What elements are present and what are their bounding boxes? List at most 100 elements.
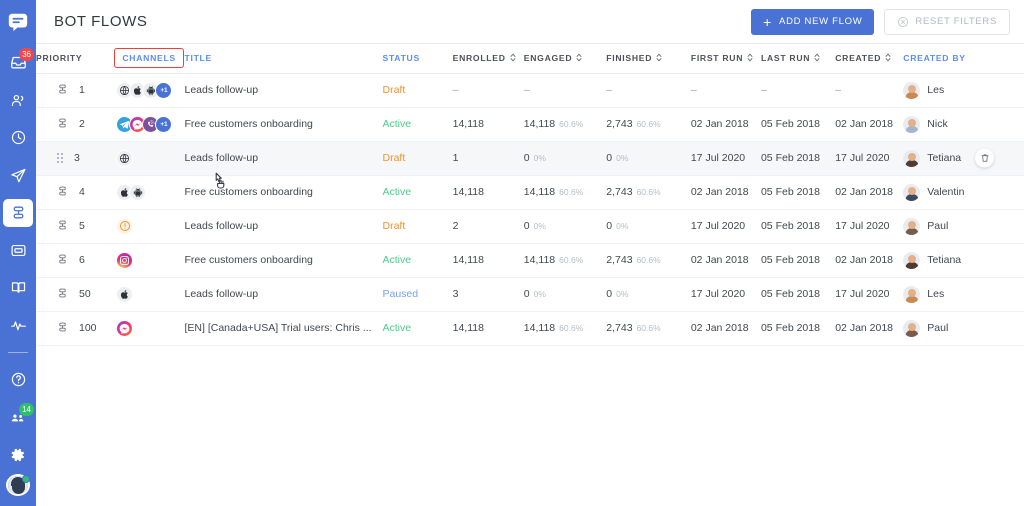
column-header-title[interactable]: TITLE <box>184 44 383 74</box>
reset-filters-button[interactable]: RESET FILTERS <box>884 8 1010 35</box>
table-row[interactable]: 5 Leads follow-up Draft 2 0 0% 0 0% 17 Jul 2020 0… <box>36 209 1024 244</box>
sidebar-item-contacts[interactable] <box>3 86 33 114</box>
column-label: TITLE <box>184 53 212 64</box>
priority-value: 2 <box>79 118 85 130</box>
flow-title[interactable]: [EN] [Canada+USA] Trial users: Chris ... <box>185 322 383 334</box>
sort-icon[interactable] <box>656 53 662 64</box>
sidebar-item-history[interactable] <box>3 124 33 152</box>
flow-title[interactable]: Leads follow-up <box>185 220 383 232</box>
avatar <box>903 183 921 201</box>
cell-finished: 2,743 60.6% <box>606 311 691 346</box>
list-icon[interactable] <box>57 219 68 234</box>
cell-engaged: – <box>523 73 607 108</box>
app-root: 36 14 BOT FLOWS + ADD NEW FLOW RESET FIL… <box>0 0 1024 506</box>
last-run-value: 05 Feb 2018 <box>760 288 820 300</box>
column-header-engaged[interactable]: ENGAGED <box>523 44 607 74</box>
add-new-flow-button[interactable]: + ADD NEW FLOW <box>751 8 875 35</box>
column-header-first-run[interactable]: FIRST RUN <box>690 44 761 74</box>
column-label: ENROLLED <box>452 53 506 64</box>
channel-plus1-icon[interactable]: +1 <box>155 81 173 99</box>
list-icon[interactable] <box>57 287 68 302</box>
column-header-status[interactable]: STATUS <box>382 44 453 74</box>
column-header-created-by[interactable]: CREATED BY <box>903 44 1024 74</box>
created-by-name: Valentin <box>927 186 965 198</box>
sort-icon[interactable] <box>576 53 582 64</box>
sidebar-item-help[interactable] <box>3 366 33 394</box>
enrolled-value: 1 <box>452 152 459 164</box>
channel-web-icon[interactable] <box>116 149 134 167</box>
table-row[interactable]: 1 +1 Leads follow-up Draft – – – – – – Les <box>36 73 1024 108</box>
sidebar-item-broadcast[interactable] <box>3 161 33 189</box>
flow-title[interactable]: Leads follow-up <box>185 152 383 164</box>
sort-icon[interactable] <box>885 53 891 64</box>
engaged-value: – <box>523 84 530 96</box>
cell-enrolled: 14,118 <box>452 311 524 346</box>
finished-percent: 60.6% <box>636 119 661 129</box>
cell-title[interactable]: Free customers onboarding <box>184 243 383 278</box>
finished-value: 2,743 <box>606 322 633 334</box>
flow-title[interactable]: Free customers onboarding <box>185 118 383 130</box>
cell-first-run: 17 Jul 2020 <box>690 209 761 244</box>
cell-title[interactable]: Free customers onboarding <box>184 175 383 210</box>
column-header-enrolled[interactable]: ENROLLED <box>452 44 524 74</box>
flow-title[interactable]: Free customers onboarding <box>185 186 383 198</box>
table-row[interactable]: 2 +1 Free customers onboarding Active 14,118… <box>36 107 1024 142</box>
cell-priority: 2 <box>36 107 115 142</box>
sidebar-item-settings[interactable] <box>3 441 33 469</box>
channel-instagram-icon[interactable] <box>116 251 134 269</box>
sidebar-item-team[interactable]: 14 <box>3 402 34 432</box>
table-row[interactable]: 6 Free customers onboarding Active 14,118 14… <box>36 243 1024 278</box>
avatar[interactable] <box>6 473 30 496</box>
column-header-last-run[interactable]: LAST RUN <box>760 44 836 74</box>
sidebar-item-widgets[interactable] <box>3 237 33 265</box>
cell-title[interactable]: Leads follow-up <box>184 209 383 244</box>
sort-icon[interactable] <box>814 53 820 64</box>
first-run-value: 02 Jan 2018 <box>690 186 749 198</box>
column-header-finished[interactable]: FINISHED <box>606 44 691 74</box>
column-header-created[interactable]: CREATED <box>835 44 904 74</box>
list-icon[interactable] <box>57 117 68 132</box>
cell-title[interactable]: Leads follow-up <box>184 277 383 312</box>
table-row[interactable]: 3 Leads follow-up Draft 1 0 0% 0 0% 17 Jul 2020 0… <box>36 141 1024 176</box>
list-icon[interactable] <box>57 83 68 98</box>
cell-title[interactable]: Free customers onboarding <box>184 107 383 142</box>
sidebar-item-analytics[interactable] <box>3 312 33 340</box>
engaged-percent: 60.6% <box>559 323 584 333</box>
sort-icon[interactable] <box>510 53 516 64</box>
table-row[interactable]: 100 [EN] [Canada+USA] Trial users: Chris … <box>36 311 1024 346</box>
delete-row-button[interactable] <box>975 148 995 168</box>
list-icon[interactable] <box>57 185 68 200</box>
cell-title[interactable]: Leads follow-up <box>184 141 383 176</box>
cell-title[interactable]: [EN] [Canada+USA] Trial users: Chris ... <box>184 311 383 346</box>
left-sidebar: 36 14 <box>0 0 36 506</box>
channel-plus1-icon[interactable]: +1 <box>155 115 173 133</box>
flow-title[interactable]: Free customers onboarding <box>185 254 383 266</box>
channel-apple-icon[interactable] <box>116 285 134 303</box>
sidebar-item-inbox[interactable]: 36 <box>3 47 34 77</box>
cell-last-run: 05 Feb 2018 <box>760 141 836 176</box>
sort-icon[interactable] <box>747 53 753 64</box>
cell-title[interactable]: Leads follow-up <box>184 73 383 108</box>
table-row[interactable]: 50 Leads follow-up Paused 3 0 0% 0 0% 17 Jul 202… <box>36 277 1024 312</box>
enrolled-value: 14,118 <box>452 254 484 266</box>
list-icon[interactable] <box>57 253 68 268</box>
chat-bubble-logo-icon[interactable] <box>5 10 31 34</box>
sidebar-item-knowledge[interactable] <box>3 274 33 302</box>
column-label: CHANNELS <box>122 53 176 64</box>
column-header-channels[interactable]: CHANNELS <box>114 44 185 74</box>
channel-alert-icon[interactable] <box>116 217 134 235</box>
channel-android-icon[interactable] <box>129 183 147 201</box>
cell-finished: 2,743 60.6% <box>606 175 691 210</box>
avatar <box>903 81 921 99</box>
channel-messenger-icon[interactable] <box>116 319 134 337</box>
flow-title[interactable]: Leads follow-up <box>185 84 383 96</box>
list-icon[interactable] <box>57 321 68 336</box>
sidebar-item-flows[interactable] <box>3 198 33 227</box>
drag-handle-icon[interactable] <box>57 153 63 163</box>
table-row[interactable]: 4 Free customers onboarding Active 14,118 14… <box>36 175 1024 210</box>
cell-enrolled: – <box>452 73 524 108</box>
column-header-priority[interactable]: PRIORITY <box>36 44 115 74</box>
finished-percent: 0% <box>616 153 629 163</box>
flow-title[interactable]: Leads follow-up <box>185 288 383 300</box>
finished-percent: 60.6% <box>636 323 661 333</box>
